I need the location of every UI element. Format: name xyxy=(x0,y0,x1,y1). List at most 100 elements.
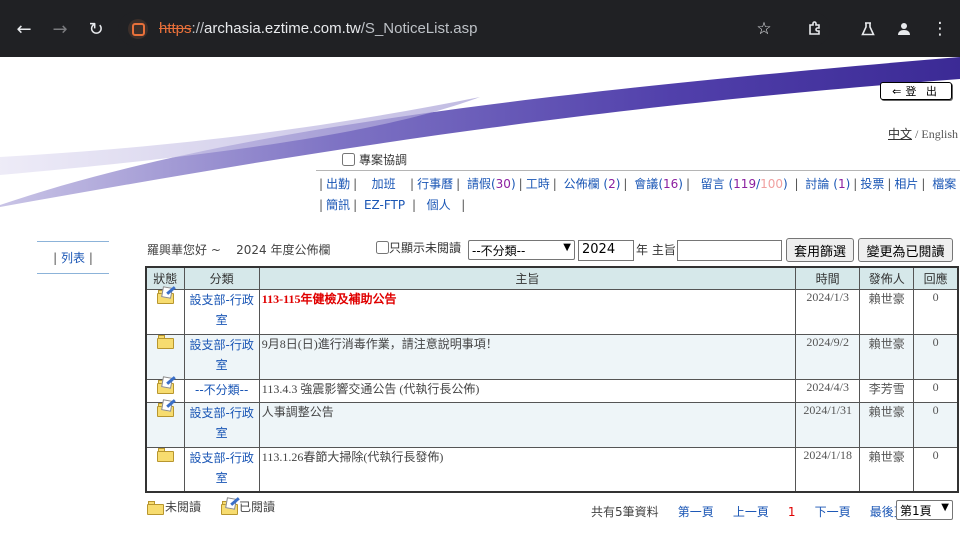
legend-read-label: 已閱讀 xyxy=(239,500,276,514)
header-author: 發佈人 xyxy=(859,266,915,290)
read-folder-icon xyxy=(156,375,176,394)
menu-bulletin[interactable]: 公佈欄 (2) xyxy=(564,177,621,191)
lang-chinese-link[interactable]: 中文 xyxy=(888,127,912,141)
menu-worktime[interactable]: 工時 xyxy=(526,177,550,191)
menu-sms[interactable]: 簡訊 xyxy=(326,198,350,212)
chevron-down-icon: ▼ xyxy=(563,242,571,253)
category-select[interactable]: --不分類-- ▼ xyxy=(468,240,575,260)
author-cell: 李芳雪 xyxy=(859,378,915,403)
status-cell xyxy=(145,333,185,380)
subject-input[interactable] xyxy=(677,240,782,261)
unread-folder-icon xyxy=(156,447,174,462)
replies-cell: 0 xyxy=(913,401,959,448)
chevron-down-icon: ▼ xyxy=(941,502,949,513)
more-menu-icon[interactable]: ⋮ xyxy=(925,14,955,44)
header-subject: 主旨 xyxy=(258,266,797,290)
header-category: 分類 xyxy=(183,266,260,290)
menu-meeting[interactable]: 會議(16) xyxy=(634,177,683,191)
table-row[interactable]: --不分類-- 113.4.3 強震影響交通公告 (代執行長公佈) 2024/4… xyxy=(145,375,959,403)
notice-table: 狀態 分類 主旨 時間 發佈人 回應 設支部-行政室 113-115年健檢及補助… xyxy=(145,266,959,493)
prev-page-link[interactable]: 上一頁 xyxy=(733,505,769,519)
table-row[interactable]: 設支部-行政室 人事調整公告 2024/1/31 賴世豪 0 xyxy=(145,398,959,448)
reload-icon[interactable]: ↻ xyxy=(81,14,111,44)
subject-link[interactable]: 113.4.3 強震影響交通公告 (代執行長公佈) xyxy=(258,378,797,403)
header-replies: 回應 xyxy=(913,266,959,290)
profile-icon[interactable] xyxy=(889,14,919,44)
unread-only-filter: 只顯示未閱讀 xyxy=(376,239,461,256)
page-content: ⇐ 登 出 中文 / English 專案協調 | 出勤 | 加班 | 行事曆 | 請假… xyxy=(0,57,960,533)
author-cell: 賴世豪 xyxy=(859,333,915,380)
subject-link[interactable]: 人事調整公告 xyxy=(258,401,797,448)
next-page-link[interactable]: 下一頁 xyxy=(815,505,851,519)
total-records: 共有5筆資料 xyxy=(591,505,659,519)
menu-attendance[interactable]: 出勤 xyxy=(326,177,350,191)
legend-read: 已閱讀 xyxy=(221,497,276,515)
year-suffix: 年 主旨: xyxy=(636,243,680,257)
greeting-text: 羅興華您好 ~ xyxy=(147,243,221,257)
menu-ez-ftp[interactable]: EZ-FTP xyxy=(364,198,405,212)
menu-discussion[interactable]: 討論 (1) xyxy=(805,177,850,191)
site-info-icon[interactable] xyxy=(128,19,148,39)
menu-messages[interactable]: 留言 (119/100) xyxy=(701,177,788,191)
time-cell: 2024/1/31 xyxy=(795,401,861,448)
extensions-icon[interactable] xyxy=(800,14,830,44)
menu-photos[interactable]: 相片 xyxy=(894,177,918,191)
menu-leave[interactable]: 請假(30) xyxy=(467,177,516,191)
replies-cell: 0 xyxy=(913,446,959,493)
back-arrow-icon[interactable]: ← xyxy=(9,14,39,44)
category-cell[interactable]: --不分類-- xyxy=(183,378,260,403)
project-coordination-checkbox[interactable] xyxy=(342,153,355,166)
main-menu-row-2: | 簡訊 | EZ-FTP | 個人 | xyxy=(319,198,466,212)
browser-toolbar: ← → ↻ https://archasia.eztime.com.tw/S_N… xyxy=(0,0,960,57)
menu-vote[interactable]: 投票 xyxy=(860,177,884,191)
menu-files[interactable]: 檔案 (134) xyxy=(932,177,960,191)
unread-only-checkbox[interactable] xyxy=(376,241,389,254)
category-cell[interactable]: 設支部-行政室 xyxy=(183,446,260,493)
legend-unread-label: 未閱讀 xyxy=(165,500,202,514)
current-page: 1 xyxy=(787,505,796,519)
apply-filter-button[interactable]: 套用篩選 xyxy=(786,238,854,262)
category-cell[interactable]: 設支部-行政室 xyxy=(183,288,260,335)
status-cell xyxy=(145,285,185,335)
unread-folder-icon xyxy=(147,501,164,515)
labs-flask-icon[interactable] xyxy=(853,14,883,44)
time-cell: 2024/4/3 xyxy=(795,378,861,403)
replies-cell: 0 xyxy=(913,288,959,335)
lang-english-link[interactable]: English xyxy=(921,127,958,141)
year-input[interactable]: 2024 xyxy=(578,240,634,261)
read-folder-icon xyxy=(221,497,240,515)
category-cell[interactable]: 設支部-行政室 xyxy=(183,333,260,380)
table-row[interactable]: 設支部-行政室 113-115年健檢及補助公告 2024/1/3 賴世豪 0 xyxy=(145,285,959,335)
page-select[interactable]: 第1頁 ▼ xyxy=(896,500,953,520)
logout-label: 登 出 xyxy=(905,85,940,98)
status-cell xyxy=(145,375,185,403)
star-icon[interactable]: ☆ xyxy=(749,14,779,44)
subject-link[interactable]: 113.1.26春節大掃除(代執行長發佈) xyxy=(258,446,797,493)
unread-folder-icon xyxy=(156,334,174,349)
subject-link[interactable]: 113-115年健檢及補助公告 xyxy=(258,288,797,335)
menu-personal[interactable]: 個人 xyxy=(427,198,451,212)
header-time: 時間 xyxy=(795,266,861,290)
read-folder-icon xyxy=(156,285,176,304)
table-row[interactable]: 設支部-行政室 9月8日(日)進行消毒作業，請注意說明事項！ 2024/9/2 … xyxy=(145,333,959,380)
logout-button[interactable]: ⇐ 登 出 xyxy=(880,82,952,100)
menu-divider xyxy=(316,170,960,171)
legend-unread: 未閱讀 xyxy=(147,498,201,515)
url-text[interactable]: https://archasia.eztime.com.tw/S_NoticeL… xyxy=(159,20,478,37)
author-cell: 賴世豪 xyxy=(859,288,915,335)
logout-arrow-icon: ⇐ xyxy=(892,84,902,98)
subject-link[interactable]: 9月8日(日)進行消毒作業，請注意說明事項！ xyxy=(258,333,797,380)
unread-only-label: 只顯示未閱讀 xyxy=(389,241,462,255)
table-row[interactable]: 設支部-行政室 113.1.26春節大掃除(代執行長發佈) 2024/1/18 … xyxy=(145,446,959,493)
forward-arrow-icon[interactable]: → xyxy=(45,14,75,44)
replies-cell: 0 xyxy=(913,333,959,380)
first-page-link[interactable]: 第一頁 xyxy=(678,505,714,519)
menu-calendar[interactable]: 行事曆 xyxy=(417,177,453,191)
mark-read-button[interactable]: 變更為已閱讀 xyxy=(858,238,953,262)
sidebar-list-link[interactable]: 列表 xyxy=(61,249,85,266)
project-coordination: 專案協調 xyxy=(342,151,407,168)
address-bar[interactable]: https://archasia.eztime.com.tw/S_NoticeL… xyxy=(118,12,830,46)
menu-overtime[interactable]: 加班 xyxy=(372,177,396,191)
category-cell[interactable]: 設支部-行政室 xyxy=(183,401,260,448)
subject-label: 主旨: xyxy=(651,243,680,257)
